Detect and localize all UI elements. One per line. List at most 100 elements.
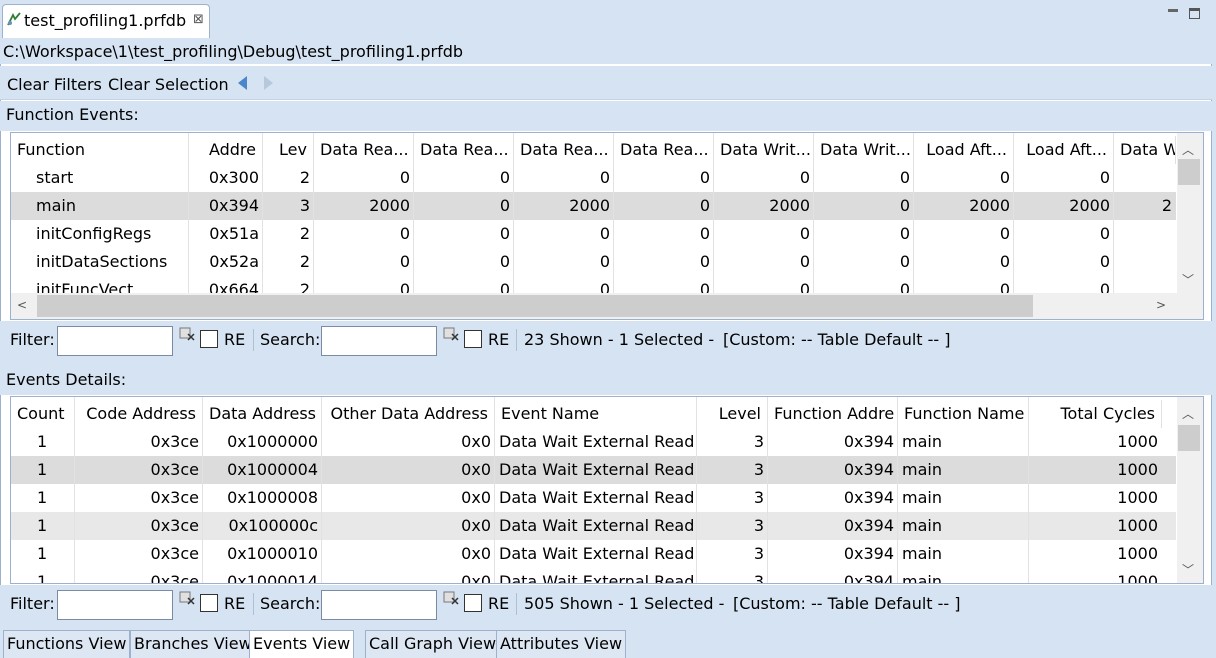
column-header[interactable]: Level <box>697 400 768 428</box>
tab-branches-view[interactable]: Branches View <box>130 630 256 658</box>
table-cell: 2 <box>299 280 310 293</box>
table-row[interactable]: 1 0x3ce 0x100000c 0x0 Data Wait External Rea… <box>11 512 1176 540</box>
table-cell: 1 <box>37 460 48 479</box>
table-cell: 0 <box>699 224 710 243</box>
editor-tab[interactable]: test_profiling1.prfdb ⊠ <box>2 4 210 38</box>
table-cell: 0 <box>499 280 510 293</box>
forward-arrow-icon[interactable] <box>264 76 273 90</box>
scrollbar-thumb[interactable] <box>37 295 1033 317</box>
column-header[interactable]: Data Writ... <box>814 136 914 164</box>
table-cell: 1000 <box>1117 460 1158 479</box>
column-header[interactable]: Lev <box>263 136 314 164</box>
column-header[interactable]: Data Rea... <box>414 136 514 164</box>
filter-re-label: RE <box>224 330 246 349</box>
column-header[interactable]: Function <box>11 136 189 164</box>
tab-functions-view[interactable]: Functions View <box>3 630 131 658</box>
column-header[interactable]: Function Name <box>898 400 1029 428</box>
table-cell: 3 <box>753 432 764 451</box>
table-cell: initConfigRegs <box>36 224 152 243</box>
function-events-vscrollbar[interactable]: ︿ ﹀ <box>1177 133 1203 293</box>
table-cell: Data Wait External Read <box>499 432 695 451</box>
scroll-down-icon[interactable]: ﹀ <box>1182 271 1194 288</box>
table-row[interactable]: 1 0x3ce 0x1000000 0x0 Data Wait External Rea… <box>11 428 1176 456</box>
table-cell: 1 <box>37 572 48 583</box>
column-header[interactable]: Data Writ... <box>714 136 814 164</box>
column-header[interactable]: Data Rea... <box>514 136 614 164</box>
table-cell: 1000 <box>1117 488 1158 507</box>
close-icon[interactable]: ⊠ <box>193 12 204 27</box>
table-cell: 2 <box>299 224 310 243</box>
column-header[interactable]: Function Addre <box>768 400 898 428</box>
table-cell <box>1114 220 1176 248</box>
scroll-down-icon[interactable]: ﹀ <box>1182 561 1194 578</box>
table-row[interactable]: start 0x300 2 0 0 0 0 0 0 0 0 <box>11 164 1176 192</box>
search-re-checkbox[interactable] <box>464 594 482 612</box>
column-header[interactable]: Event Name <box>495 400 697 428</box>
clear-filters-button[interactable]: Clear Filters <box>7 75 102 94</box>
column-header[interactable]: Code Address <box>75 400 203 428</box>
table-cell: 0x3ce <box>150 544 199 563</box>
table-row[interactable]: 1 0x3ce 0x1000010 0x0 Data Wait External Rea… <box>11 540 1176 568</box>
table-cell: 0 <box>599 280 610 293</box>
table-cell: 1 <box>37 432 48 451</box>
table-config-link[interactable]: [Custom: -- Table Default -- ] <box>733 594 961 613</box>
column-header[interactable]: Data W <box>1114 136 1176 164</box>
column-header[interactable]: Other Data Address <box>322 400 495 428</box>
clear-filter-icon[interactable] <box>179 325 195 341</box>
column-header[interactable]: Load Aft... <box>914 136 1014 164</box>
tab-call-graph-view[interactable]: Call Graph View <box>365 630 501 658</box>
clear-filter-icon[interactable] <box>179 589 195 605</box>
column-divider <box>613 133 614 293</box>
table-row[interactable]: 1 0x3ce 0x1000004 0x0 Data Wait External Rea… <box>11 456 1176 484</box>
table-cell: 0 <box>1099 168 1110 187</box>
maximize-icon[interactable] <box>1189 8 1200 19</box>
filter-input[interactable] <box>57 326 173 356</box>
table-cell: main <box>902 488 942 507</box>
column-header[interactable]: Load Aft... <box>1014 136 1114 164</box>
function-events-hscrollbar[interactable]: < > <box>11 293 1203 319</box>
column-header[interactable]: Total Cycles <box>1029 400 1162 428</box>
column-header[interactable]: Data Rea... <box>614 136 714 164</box>
scroll-up-icon[interactable]: ︿ <box>1182 405 1194 422</box>
table-row[interactable]: initConfigRegs 0x51a 2 0 0 0 0 0 0 0 0 <box>11 220 1176 248</box>
table-cell: 2000 <box>969 196 1010 215</box>
scroll-up-icon[interactable]: ︿ <box>1182 141 1194 158</box>
search-re-checkbox[interactable] <box>464 330 482 348</box>
column-header[interactable]: Data Rea... <box>314 136 414 164</box>
function-events-table: Function Addre Lev Data Rea... Data Rea... Da… <box>10 132 1204 320</box>
table-cell <box>1114 164 1176 192</box>
table-cell: 1 <box>37 488 48 507</box>
filter-re-checkbox[interactable] <box>200 330 218 348</box>
minimize-icon[interactable] <box>1168 9 1178 12</box>
table-cell: 0 <box>899 252 910 271</box>
table-row[interactable]: initFuncVect 0x664 2 0 0 0 0 0 0 0 0 <box>11 276 1176 293</box>
scroll-right-icon[interactable]: > <box>1156 298 1166 312</box>
table-config-link[interactable]: [Custom: -- Table Default -- ] <box>723 330 951 349</box>
clear-selection-button[interactable]: Clear Selection <box>108 75 229 94</box>
scrollbar-thumb[interactable] <box>1178 425 1200 451</box>
table-row[interactable]: initDataSections 0x52a 2 0 0 0 0 0 0 0 0 <box>11 248 1176 276</box>
tab-events-view[interactable]: Events View <box>249 630 355 658</box>
table-row[interactable]: main 0x394 3 2000 0 2000 0 2000 0 2000 2000 2 <box>11 192 1176 220</box>
table-row[interactable]: 1 0x3ce 0x1000014 0x0 Data Wait External Rea… <box>11 568 1176 583</box>
clear-search-icon[interactable] <box>443 589 459 605</box>
scroll-left-icon[interactable]: < <box>17 298 27 312</box>
search-input[interactable] <box>321 326 437 356</box>
scrollbar-thumb[interactable] <box>1178 159 1200 185</box>
column-divider <box>696 397 697 583</box>
column-header[interactable]: Addre <box>189 136 263 164</box>
tab-attributes-view[interactable]: Attributes View <box>496 630 627 658</box>
table-cell: 0x394 <box>843 572 894 583</box>
column-header[interactable]: Count <box>11 400 75 428</box>
filter-re-checkbox[interactable] <box>200 594 218 612</box>
table-row[interactable]: 1 0x3ce 0x1000008 0x0 Data Wait External Rea… <box>11 484 1176 512</box>
table-cell: 2000 <box>769 196 810 215</box>
filter-input[interactable] <box>57 590 173 620</box>
search-input[interactable] <box>321 590 437 620</box>
back-arrow-icon[interactable] <box>238 76 247 90</box>
column-header[interactable]: Data Address <box>203 400 322 428</box>
events-details-vscrollbar[interactable]: ︿ ﹀ <box>1177 397 1203 583</box>
column-divider <box>913 133 914 293</box>
table-cell: 0 <box>599 252 610 271</box>
clear-search-icon[interactable] <box>443 325 459 341</box>
